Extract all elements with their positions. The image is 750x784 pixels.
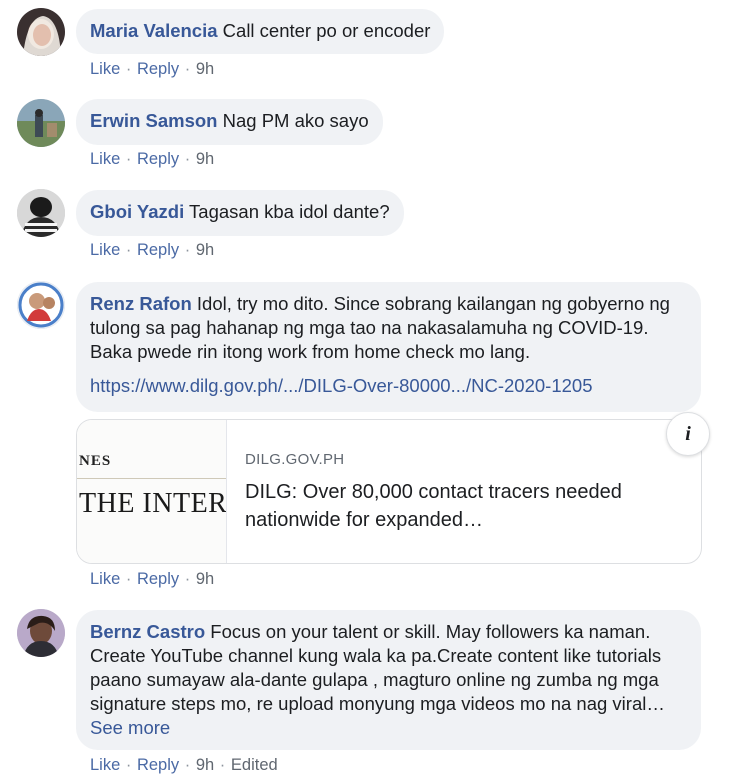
separator: · xyxy=(219,756,226,774)
comment-bubble: Bernz Castro Focus on your talent or ski… xyxy=(76,610,701,750)
commenter-name[interactable]: Erwin Samson xyxy=(90,110,217,131)
reply-button[interactable]: Reply xyxy=(137,60,179,78)
avatar[interactable] xyxy=(17,609,65,657)
separator: · xyxy=(184,570,191,588)
timestamp[interactable]: 9h xyxy=(196,241,214,259)
link-preview-title[interactable]: DILG: Over 80,000 contact tracers needed… xyxy=(245,478,635,534)
like-button[interactable]: Like xyxy=(90,241,120,259)
comment-actions: Like · Reply · 9h xyxy=(90,241,214,260)
separator: · xyxy=(184,60,191,78)
reply-button[interactable]: Reply xyxy=(137,570,179,588)
comment-bubble: Maria Valencia Call center po or encoder xyxy=(76,9,445,54)
comment-actions: Like · Reply · 9h xyxy=(90,150,214,169)
separator: · xyxy=(125,60,132,78)
commenter-name[interactable]: Gboi Yazdi xyxy=(90,201,184,222)
preview-image-text: THE INTERIOR xyxy=(79,488,227,519)
comment-actions: Like · Reply · 9h xyxy=(90,60,214,79)
link-preview-image[interactable]: NES THE INTERIOR xyxy=(77,420,227,563)
commenter-name[interactable]: Renz Rafon xyxy=(90,293,192,314)
timestamp[interactable]: 9h xyxy=(196,570,214,588)
link-preview-domain: DILG.GOV.PH xyxy=(245,451,345,468)
avatar[interactable] xyxy=(17,281,65,329)
timestamp[interactable]: 9h xyxy=(196,756,214,774)
reply-button[interactable]: Reply xyxy=(137,150,179,168)
timestamp[interactable]: 9h xyxy=(196,150,214,168)
comment-bubble: Erwin Samson Nag PM ako sayo xyxy=(76,99,383,145)
separator: · xyxy=(125,241,132,259)
commenter-name[interactable]: Bernz Castro xyxy=(90,621,205,642)
comment-actions: Like · Reply · 9h · Edited xyxy=(90,756,278,775)
comment-bubble: Renz Rafon Idol, try mo dito. Since sobr… xyxy=(76,282,701,412)
separator: · xyxy=(184,241,191,259)
divider xyxy=(77,478,226,479)
edited-label: Edited xyxy=(230,756,278,774)
avatar[interactable] xyxy=(17,8,65,56)
link-preview-card[interactable]: NES THE INTERIOR DILG.GOV.PH DILG: Over … xyxy=(76,419,702,564)
comment-text: Nag PM ako sayo xyxy=(222,110,369,131)
info-icon[interactable]: i xyxy=(666,412,710,456)
comment-text: Tagasan kba idol dante? xyxy=(189,201,390,222)
like-button[interactable]: Like xyxy=(90,756,120,774)
separator: · xyxy=(125,570,132,588)
like-button[interactable]: Like xyxy=(90,60,120,78)
timestamp[interactable]: 9h xyxy=(196,60,214,78)
like-button[interactable]: Like xyxy=(90,150,120,168)
separator: · xyxy=(184,756,191,774)
separator: · xyxy=(184,150,191,168)
reply-button[interactable]: Reply xyxy=(137,241,179,259)
avatar[interactable] xyxy=(17,99,65,147)
preview-image-text: NES xyxy=(79,453,112,469)
avatar[interactable] xyxy=(17,189,65,237)
like-button[interactable]: Like xyxy=(90,570,120,588)
comment-actions: Like · Reply · 9h xyxy=(90,570,214,589)
comment-bubble: Gboi Yazdi Tagasan kba idol dante? xyxy=(76,190,404,236)
comment-text: Call center po or encoder xyxy=(222,20,431,41)
see-more-link[interactable]: See more xyxy=(90,717,170,738)
commenter-name[interactable]: Maria Valencia xyxy=(90,20,218,41)
comment-link[interactable]: https://www.dilg.gov.ph/.../DILG-Over-80… xyxy=(90,374,687,398)
separator: · xyxy=(125,150,132,168)
separator: · xyxy=(125,756,132,774)
reply-button[interactable]: Reply xyxy=(137,756,179,774)
